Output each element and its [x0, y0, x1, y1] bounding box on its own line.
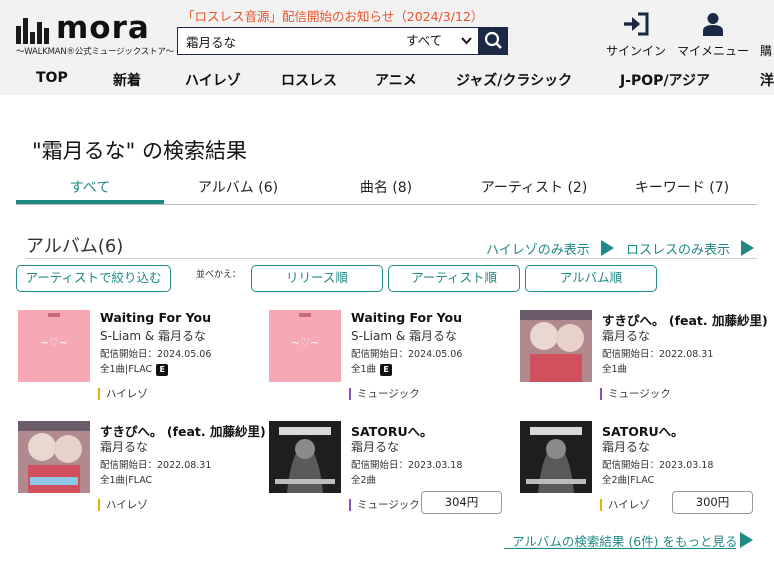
purchase-label: 購 [760, 44, 773, 58]
release-date: 配信開始日：2023.03.18 [602, 460, 714, 471]
divider [26, 258, 757, 259]
active-tab-indicator [16, 200, 164, 204]
cart-icon [760, 12, 774, 36]
search-input[interactable] [186, 28, 386, 54]
album-cover[interactable] [18, 421, 90, 493]
album-card[interactable]: ~♡~ Waiting For You S-Liam & 霜月るな 配信開始日：… [18, 310, 258, 410]
filter-by-artist-button[interactable]: アーティストで絞り込む [16, 265, 171, 292]
lossless-only-link[interactable]: ロスレスのみ表示 [626, 239, 730, 258]
logo-bars-icon [16, 16, 56, 44]
category-tag: ミュージック [349, 499, 420, 511]
nav-item-lossless[interactable]: ロスレス [281, 70, 337, 90]
track-count-text: 全1曲|FLAC [100, 364, 153, 375]
track-count: 全2曲 [351, 475, 377, 486]
album-card[interactable]: ~♡~ Waiting For You S-Liam & 霜月るな 配信開始日：… [269, 310, 509, 410]
user-icon [703, 13, 723, 36]
category-tag: ハイレゾ [98, 388, 148, 400]
release-date: 配信開始日：2022.08.31 [602, 349, 714, 360]
result-tabs: すべて アルバム (6) 曲名 (8) アーティスト (2) キーワード (7) [16, 172, 757, 205]
tab-albums[interactable]: アルバム (6) [164, 177, 312, 197]
signin-label: サインイン [605, 44, 666, 58]
search-button[interactable] [479, 27, 508, 55]
album-cover[interactable] [269, 421, 341, 493]
page-title: "霜月るな" の検索結果 [32, 139, 247, 163]
category-tag: ハイレゾ [600, 499, 650, 511]
chevron-down-icon [461, 28, 472, 64]
album-artist[interactable]: S-Liam & 霜月るな [351, 327, 457, 344]
album-artist[interactable]: 霜月るな [351, 438, 399, 455]
mymenu-button[interactable]: マイメニュー [677, 12, 750, 58]
purchase-button[interactable]: 購 [760, 12, 774, 58]
notice-link[interactable]: 「ロスレス音源」配信開始のお知らせ（2024/3/12） [182, 6, 483, 25]
tab-artists[interactable]: アーティスト (2) [460, 177, 608, 197]
tab-all[interactable]: すべて [16, 177, 164, 197]
price-button[interactable]: 300円 [672, 491, 753, 514]
category-tag: ハイレゾ [98, 499, 148, 511]
track-count: 全1曲|FLAC [100, 475, 153, 486]
release-date: 配信開始日：2024.05.06 [351, 349, 463, 360]
tab-songs[interactable]: 曲名 (8) [312, 177, 460, 197]
track-count-text: 全1曲 [351, 364, 377, 375]
category-tag: ミュージック [349, 388, 420, 400]
search-box: すべて [177, 27, 479, 55]
signin-icon [624, 12, 649, 36]
track-count: 全1曲 [602, 364, 628, 375]
divider [504, 548, 736, 549]
svg-text:~♡~: ~♡~ [40, 336, 68, 349]
search-icon [484, 31, 502, 49]
nav-item-jazz-classic[interactable]: ジャズ/クラシック [456, 70, 572, 90]
svg-text:~♡~: ~♡~ [291, 336, 319, 349]
album-cover[interactable] [520, 421, 592, 493]
nav-item-new[interactable]: 新着 [113, 70, 141, 90]
album-cover[interactable]: ~♡~ [269, 310, 341, 382]
search-category-value: すべて [406, 33, 443, 48]
sort-artist-button[interactable]: アーティスト順 [388, 265, 520, 292]
album-card[interactable]: SATORUへ。 霜月るな 配信開始日：2023.03.18 全2曲 ミュージッ… [269, 421, 509, 521]
mora-logo[interactable]: mora 〜WALKMAN®公式ミュージックストア〜 [16, 10, 174, 58]
tab-keywords[interactable]: キーワード (7) [608, 177, 756, 197]
track-count: 全1曲 E [351, 361, 393, 376]
nav-item-top[interactable]: TOP [36, 70, 68, 86]
release-date: 配信開始日：2022.08.31 [100, 460, 212, 471]
play-arrow-icon[interactable] [740, 532, 753, 548]
hires-only-link[interactable]: ハイレゾのみ表示 [486, 239, 590, 258]
album-title[interactable]: Waiting For You [351, 310, 462, 325]
sort-album-button[interactable]: アルバム順 [525, 265, 657, 292]
track-count: 全1曲|FLAC E [100, 361, 169, 376]
release-date: 配信開始日：2023.03.18 [351, 460, 463, 471]
sort-release-button[interactable]: リリース順 [251, 265, 383, 292]
play-arrow-icon[interactable] [741, 240, 754, 256]
album-artist[interactable]: 霜月るな [602, 438, 650, 455]
album-artist[interactable]: S-Liam & 霜月るな [100, 327, 206, 344]
search-category-select[interactable]: すべて [406, 28, 476, 54]
mymenu-label: マイメニュー [677, 44, 750, 58]
main-nav: TOP 新着 ハイレゾ ロスレス アニメ ジャズ/クラシック J-POP/アジア… [0, 66, 774, 94]
track-count: 全2曲|FLAC [602, 475, 655, 486]
explicit-badge: E [380, 363, 393, 376]
album-card[interactable]: すきぴへ。 (feat. 加藤紗里) 霜月るな 配信開始日：2022.08.31… [520, 310, 768, 410]
album-artist[interactable]: 霜月るな [100, 438, 148, 455]
logo-tagline: 〜WALKMAN®公式ミュージックストア〜 [16, 47, 174, 57]
album-card[interactable]: SATORUへ。 霜月るな 配信開始日：2023.03.18 全2曲|FLAC … [520, 421, 760, 521]
play-arrow-icon[interactable] [601, 240, 614, 256]
logo-wordmark: mora [56, 10, 150, 46]
site-header: mora 〜WALKMAN®公式ミュージックストア〜 「ロスレス音源」配信開始の… [0, 0, 774, 95]
nav-item-western[interactable]: 洋 [760, 70, 774, 90]
nav-item-jpop-asia[interactable]: J-POP/アジア [620, 70, 710, 90]
section-title: アルバム(6) [26, 236, 124, 257]
album-cover[interactable] [520, 310, 592, 382]
album-cover[interactable]: ~♡~ [18, 310, 90, 382]
price-button[interactable]: 304円 [421, 491, 502, 514]
nav-item-anime[interactable]: アニメ [375, 70, 417, 90]
album-artist[interactable]: 霜月るな [602, 327, 650, 344]
category-tag: ミュージック [600, 388, 671, 400]
album-card[interactable]: すきぴへ。 (feat. 加藤紗里) 霜月るな 配信開始日：2022.08.31… [18, 421, 266, 521]
nav-item-hires[interactable]: ハイレゾ [185, 70, 241, 90]
release-date: 配信開始日：2024.05.06 [100, 349, 212, 360]
sort-label: 並べかえ： [196, 270, 242, 280]
signin-button[interactable]: サインイン [604, 12, 668, 58]
album-title[interactable]: Waiting For You [100, 310, 211, 325]
explicit-badge: E [156, 363, 169, 376]
